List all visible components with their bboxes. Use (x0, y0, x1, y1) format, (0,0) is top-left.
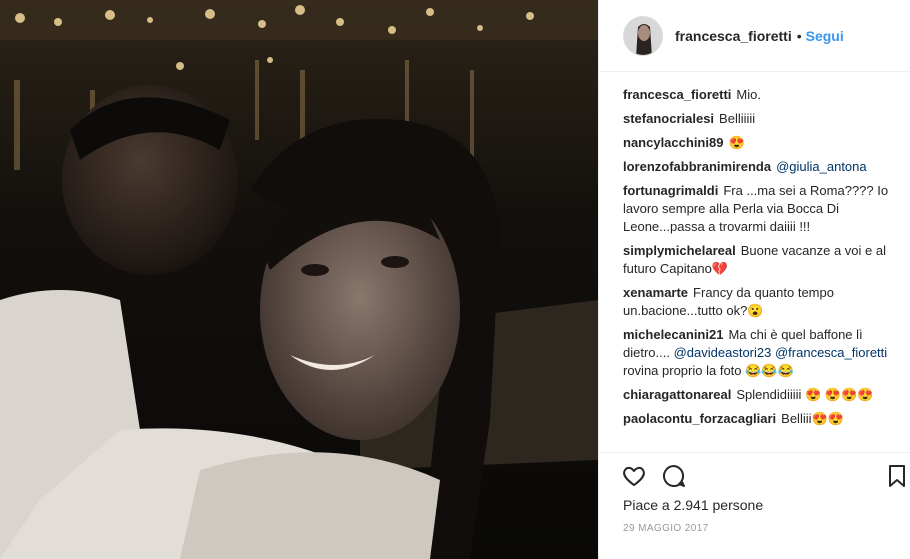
comment-username[interactable]: lorenzofabbranimirenda (623, 159, 771, 174)
comment-text: Belliiiii (719, 111, 756, 126)
comment-mention[interactable]: @francesca_fioretti (775, 345, 887, 360)
post-photo[interactable] (0, 0, 598, 559)
comment: xenamarte Francy da quanto tempo un.bacio… (623, 284, 893, 320)
comment: chiaragattonareal Splendidiiiii 😍 😍😍😍 (623, 386, 893, 404)
photo-image (0, 0, 598, 559)
comment-username[interactable]: simplymichelareal (623, 243, 736, 258)
comment: fortunagrimaldi Fra ...ma sei a Roma???? … (623, 182, 893, 236)
bookmark-icon[interactable] (884, 463, 910, 489)
comment-username[interactable]: stefanocrialesi (623, 111, 714, 126)
post-sidebar: francesca_fioretti • Segui francesca_fio… (598, 0, 910, 559)
comment-icon[interactable] (661, 463, 687, 489)
comments-list: francesca_fioretti Mio. stefanocrialesi Be… (623, 86, 893, 450)
comment-username[interactable]: chiaragattonareal (623, 387, 731, 402)
post-actions: Piace a 2.941 persone 29 MAGGIO 2017 (599, 452, 910, 559)
comment-mention[interactable]: @davideastori23 (674, 345, 772, 360)
author-avatar[interactable] (623, 15, 663, 56)
comment-text: Splendidiiiii 😍 😍😍😍 (736, 387, 874, 402)
comment-username[interactable]: xenamarte (623, 285, 688, 300)
comment: michelecanini21 Ma chi è quel baffone lì … (623, 326, 893, 380)
comment: lorenzofabbranimirenda @giulia_antona (623, 158, 893, 176)
heart-icon[interactable] (621, 463, 647, 489)
comment: simplymichelareal Buone vacanze a voi e a… (623, 242, 893, 278)
comment-username[interactable]: michelecanini21 (623, 327, 723, 342)
comment: paolacontu_forzacagliari Belliii😍😍 (623, 410, 893, 428)
comment-text: Belliii😍😍 (781, 411, 844, 426)
comment-username[interactable]: fortunagrimaldi (623, 183, 718, 198)
comment-mention[interactable]: @giulia_antona (776, 159, 867, 174)
comment-text: Mio. (736, 87, 761, 102)
author-username[interactable]: francesca_fioretti (675, 28, 792, 44)
comment-username[interactable]: nancylacchini89 (623, 135, 723, 150)
comment-username[interactable]: francesca_fioretti (623, 87, 731, 102)
likes-count[interactable]: Piace a 2.941 persone (623, 497, 763, 513)
comment: francesca_fioretti Mio. (623, 86, 893, 104)
comment: stefanocrialesi Belliiiii (623, 110, 893, 128)
comment-username[interactable]: paolacontu_forzacagliari (623, 411, 776, 426)
comment-text: rovina proprio la foto 😂😂😂 (623, 363, 794, 378)
comment-text: 😍 (728, 135, 745, 150)
post-header: francesca_fioretti • Segui (599, 0, 910, 72)
post-date: 29 MAGGIO 2017 (623, 523, 709, 534)
follow-button[interactable]: Segui (806, 28, 844, 44)
follow-separator: • (796, 27, 802, 44)
comment: nancylacchini89 😍 (623, 134, 893, 152)
